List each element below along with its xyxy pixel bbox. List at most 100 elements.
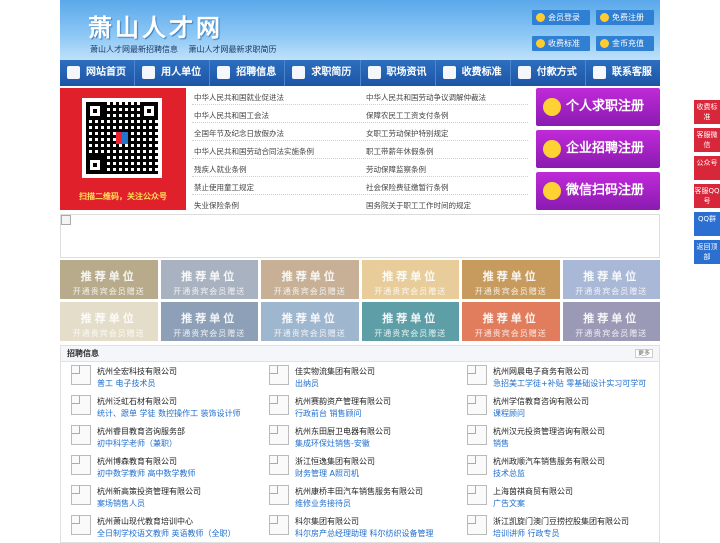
company-logo-icon[interactable] [71,365,91,385]
recharge-button[interactable]: 金币充值 [596,36,654,51]
side-float-button[interactable]: 公众号 [694,156,720,180]
company-link[interactable]: 佳实物流集团有限公司 [295,366,375,377]
company-link[interactable]: 杭州全宏科技有限公司 [97,366,177,377]
recommended-unit-tile[interactable]: 推荐单位 开通贵宾会员赠送 [462,302,560,341]
company-logo-icon[interactable] [467,515,487,535]
law-link[interactable]: 保障农民工工资支付条例 [366,110,449,121]
wechat-register-button[interactable]: 微信扫码注册 [536,172,660,210]
employer-register-button[interactable]: 企业招聘注册 [536,130,660,168]
company-link[interactable]: 上海茵祺商贸有限公司 [493,486,573,497]
company-link[interactable]: 浙江恒逸集团有限公司 [295,456,375,467]
more-link[interactable]: 更多 [635,349,653,358]
recommended-unit-tile[interactable]: 推荐单位 开通贵宾会员赠送 [261,260,359,299]
nav-support[interactable]: 联系客服 [586,60,660,86]
law-link[interactable]: 禁止使用童工规定 [194,182,254,193]
company-logo-icon[interactable] [71,425,91,445]
recommended-unit-tile[interactable]: 推荐单位 开通贵宾会员赠送 [60,260,158,299]
company-link[interactable]: 杭州赛韵资产管理有限公司 [295,396,391,407]
site-logo[interactable]: 萧山人才网 [88,8,223,43]
recommended-unit-tile[interactable]: 推荐单位 开通贵宾会员赠送 [160,302,258,341]
recommended-unit-tile[interactable]: 推荐单位 开通贵宾会员赠送 [361,260,459,299]
company-logo-icon[interactable] [71,515,91,535]
side-float-button[interactable]: 返回顶部 [694,240,720,264]
side-float-button[interactable]: 收费标准 [694,100,720,124]
nav-news[interactable]: 职场资讯 [361,60,436,86]
tagline-jobs[interactable]: 萧山人才网最新招聘信息 [90,45,178,54]
company-logo-icon[interactable] [269,425,289,445]
pricing-button[interactable]: 收费标准 [532,36,590,51]
login-button[interactable]: 会员登录 [532,10,590,25]
side-float-button[interactable]: 客服微信 [694,128,720,152]
company-link[interactable]: 杭州汉元投资管理咨询有限公司 [493,426,605,437]
law-link[interactable]: 残疾人就业条例 [194,164,247,175]
position-links[interactable]: 初中科学老师（兼职） [97,438,177,449]
company-logo-icon[interactable] [467,485,487,505]
position-links[interactable]: 科尔房产总经理助理 科尔纺织设备管理 [295,528,434,539]
company-link[interactable]: 杭州萧山现代教育培训中心 [97,516,193,527]
company-link[interactable]: 浙江凯旋门澳门豆捞控股集团有限公司 [493,516,629,527]
position-links[interactable]: 培训讲师 行政专员 [493,528,560,539]
law-link[interactable]: 全国年节及纪念日放假办法 [194,128,284,139]
law-link[interactable]: 女职工劳动保护特别规定 [366,128,449,139]
position-links[interactable]: 行政前台 销售顾问 [295,408,362,419]
company-link[interactable]: 杭州政顺汽车销售服务有限公司 [493,456,605,467]
position-links[interactable]: 维修业务接待员 [295,498,351,509]
company-link[interactable]: 杭州康桥丰田汽车销售服务有限公司 [295,486,423,497]
position-links[interactable]: 初中数学教师 高中数学教师 [97,468,196,479]
side-float-button[interactable]: 客服QQ号 [694,184,720,208]
company-link[interactable]: 杭州睿目教育咨询服务部 [97,426,185,437]
law-link[interactable]: 中华人民共和国就业促进法 [194,92,284,103]
company-link[interactable]: 杭州网晨电子商务有限公司 [493,366,589,377]
position-links[interactable]: 案场销售人员 [97,498,145,509]
company-link[interactable]: 杭州新高策投资管理有限公司 [97,486,201,497]
position-links[interactable]: 广告文案 [493,498,525,509]
company-logo-icon[interactable] [269,395,289,415]
company-logo-icon[interactable] [467,455,487,475]
company-logo-icon[interactable] [269,455,289,475]
position-links[interactable]: 课程顾问 [493,408,525,419]
recommended-unit-tile[interactable]: 推荐单位 开通贵宾会员赠送 [160,260,258,299]
company-logo-icon[interactable] [269,515,289,535]
position-links[interactable]: 统计、跟单 学徒 数控操作工 装饰设计师 [97,408,241,419]
law-link[interactable]: 失业保险条例 [194,200,239,211]
law-link[interactable]: 社会保险费征缴暂行条例 [366,182,449,193]
company-logo-icon[interactable] [71,395,91,415]
recommended-unit-tile[interactable]: 推荐单位 开通贵宾会员赠送 [361,302,459,341]
company-link[interactable]: 杭州泛虹石材有限公司 [97,396,177,407]
position-links[interactable]: 集成环保灶销售-安徽 [295,438,370,449]
company-link[interactable]: 杭州东田厨卫电器有限公司 [295,426,391,437]
recommended-unit-tile[interactable]: 推荐单位 开通贵宾会员赠送 [462,260,560,299]
nav-resumes[interactable]: 求职简历 [285,60,361,86]
recommended-unit-tile[interactable]: 推荐单位 开通贵宾会员赠送 [60,302,158,341]
company-link[interactable]: 杭州学信教育咨询有限公司 [493,396,589,407]
law-link[interactable]: 职工带薪年休假条例 [366,146,434,157]
law-link[interactable]: 中华人民共和国劳动合同法实施条例 [194,146,314,157]
nav-employers[interactable]: 用人单位 [135,60,211,86]
position-links[interactable]: 销售 [493,438,509,449]
nav-pricing[interactable]: 收费标准 [436,60,511,86]
position-links[interactable]: 技术总监 [493,468,525,479]
law-link[interactable]: 国务院关于职工工作时间的规定 [366,200,471,211]
company-logo-icon[interactable] [71,485,91,505]
company-logo-icon[interactable] [71,455,91,475]
nav-jobs[interactable]: 招聘信息 [210,60,286,86]
company-logo-icon[interactable] [269,485,289,505]
recommended-unit-tile[interactable]: 推荐单位 开通贵宾会员赠送 [562,302,660,341]
nav-payment[interactable]: 付款方式 [511,60,586,86]
position-links[interactable]: 急招美工学徒+补贴 零基础设计实习可学可 [493,378,646,389]
company-logo-icon[interactable] [467,395,487,415]
law-link[interactable]: 中华人民共和国工会法 [194,110,269,121]
company-link[interactable]: 杭州博森教育有限公司 [97,456,177,467]
nav-home[interactable]: 网站首页 [60,60,136,86]
company-link[interactable]: 科尔集团有限公司 [295,516,359,527]
position-links[interactable]: 财务管理 A照司机 [295,468,359,479]
register-button[interactable]: 免费注册 [596,10,654,25]
law-link[interactable]: 中华人民共和国劳动争议调解仲裁法 [366,92,486,103]
company-logo-icon[interactable] [467,425,487,445]
position-links[interactable]: 全日制学校语文教师 英语教师（全职） [97,528,236,539]
side-float-button[interactable]: QQ群 [694,212,720,236]
banner-ad[interactable] [60,214,660,258]
recommended-unit-tile[interactable]: 推荐单位 开通贵宾会员赠送 [261,302,359,341]
position-links[interactable]: 出纳员 [295,378,319,389]
tagline-resumes[interactable]: 萧山人才网最新求职简历 [189,45,277,54]
